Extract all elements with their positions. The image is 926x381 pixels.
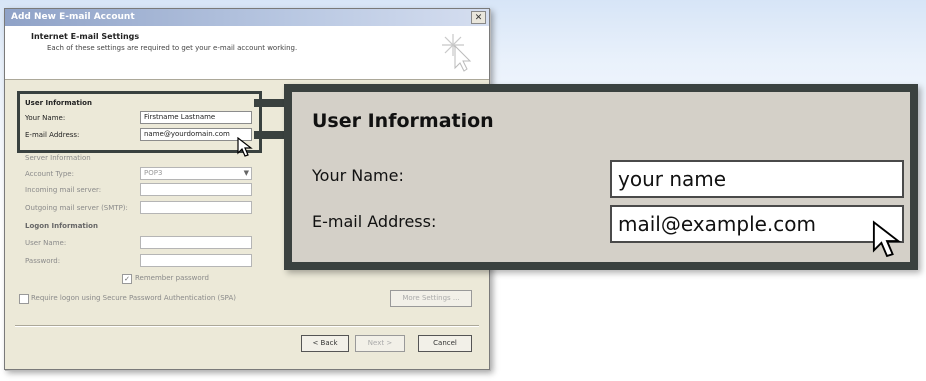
dialog-title: Add New E-mail Account (11, 12, 135, 22)
incoming-server-label: Incoming mail server: (25, 186, 102, 194)
cancel-button[interactable]: Cancel (418, 335, 472, 352)
logon-information-heading: Logon Information (25, 222, 98, 230)
user-information-callout: User Information Your Name: your name E-… (284, 84, 918, 270)
more-settings-button[interactable]: More Settings ... (390, 290, 472, 307)
checkbox-icon: ✓ (124, 275, 130, 283)
your-name-label: Your Name: (25, 114, 66, 122)
account-type-label: Account Type: (25, 170, 74, 178)
chevron-down-icon: ▼ (243, 169, 249, 177)
callout-name-label: Your Name: (312, 166, 404, 185)
next-button[interactable]: Next > (355, 335, 405, 352)
sparkle-cursor-icon (442, 34, 472, 72)
callout-email-label: E-mail Address: (312, 212, 437, 231)
header-subtitle: Each of these settings are required to g… (47, 44, 298, 52)
arrow-cursor-icon (872, 220, 902, 258)
incoming-server-field[interactable] (140, 183, 252, 196)
callout-title: User Information (312, 110, 494, 132)
remember-password-checkbox[interactable]: ✓ (122, 274, 132, 284)
arrow-cursor-icon (237, 137, 253, 157)
callout-connector (254, 99, 286, 107)
header-title: Internet E-mail Settings (31, 32, 140, 41)
outgoing-server-field[interactable] (140, 201, 252, 214)
close-button[interactable]: ✕ (471, 11, 486, 24)
callout-name-field[interactable]: your name (610, 160, 904, 198)
account-type-value: POP3 (144, 169, 163, 177)
account-type-select[interactable]: POP3 ▼ (140, 167, 252, 180)
callout-email-field[interactable]: mail@example.com (610, 205, 904, 243)
user-name-label: User Name: (25, 239, 67, 247)
dialog-header: Internet E-mail Settings Each of these s… (5, 26, 489, 80)
dialog-titlebar: Add New E-mail Account ✕ (5, 9, 489, 26)
callout-connector (254, 131, 286, 139)
footer-divider (15, 325, 479, 327)
user-name-field[interactable] (140, 236, 252, 249)
your-name-field[interactable]: Firstname Lastname (140, 111, 252, 124)
remember-password-label: Remember password (135, 274, 209, 282)
spa-label: Require logon using Secure Password Auth… (31, 294, 236, 302)
back-button[interactable]: < Back (301, 335, 349, 352)
server-information-heading: Server Information (25, 154, 91, 162)
spa-checkbox[interactable] (19, 294, 29, 304)
email-address-field[interactable]: name@yourdomain.com (140, 128, 252, 141)
user-information-heading: User Information (25, 99, 92, 107)
close-icon: ✕ (474, 13, 483, 23)
password-label: Password: (25, 257, 61, 265)
outgoing-server-label: Outgoing mail server (SMTP): (25, 204, 128, 212)
email-address-label: E-mail Address: (25, 131, 80, 139)
password-field[interactable] (140, 254, 252, 267)
